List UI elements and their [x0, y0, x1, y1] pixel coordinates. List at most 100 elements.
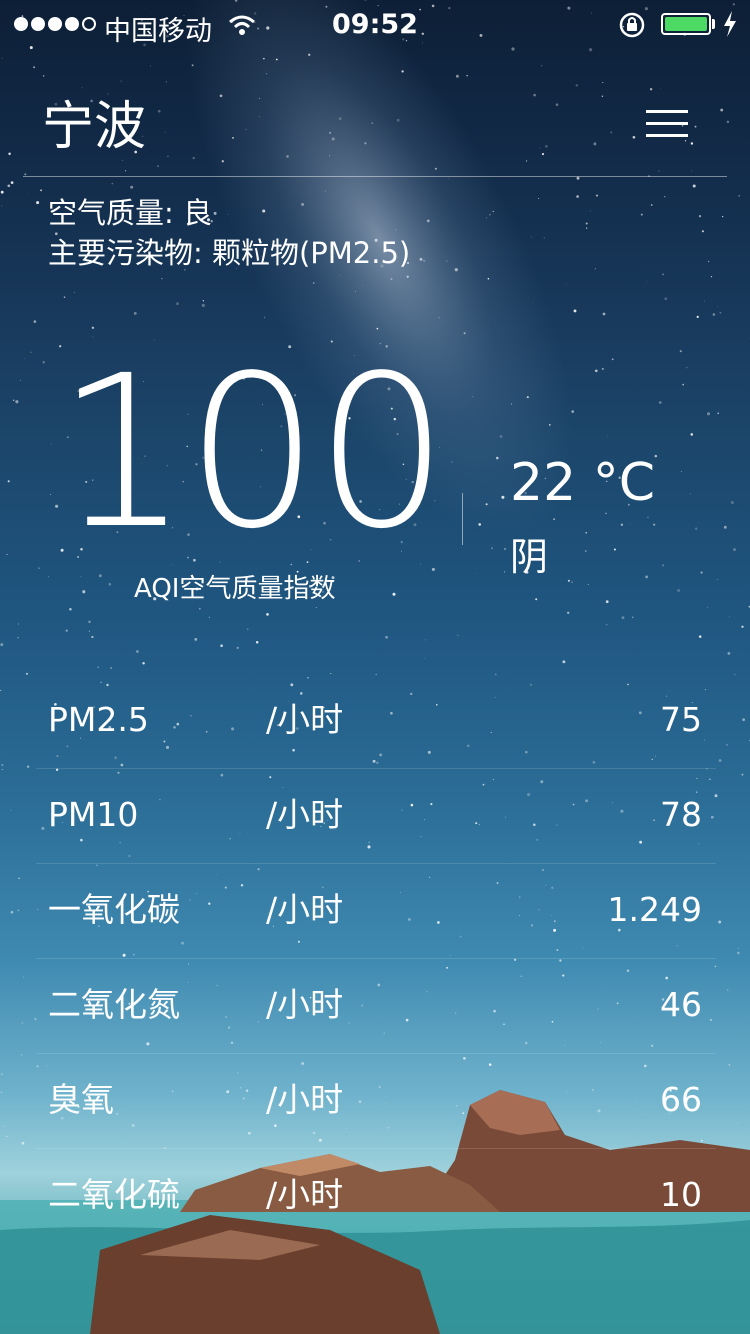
- star: [530, 236, 532, 238]
- star: [567, 579, 570, 582]
- star: [1, 205, 3, 207]
- star: [593, 142, 597, 146]
- star: [567, 611, 570, 614]
- star: [259, 97, 261, 99]
- star: [701, 230, 704, 233]
- star: [553, 518, 555, 520]
- star: [737, 951, 740, 955]
- star: [27, 193, 29, 195]
- star: [535, 598, 538, 601]
- star: [692, 184, 696, 188]
- star: [601, 367, 604, 370]
- star: [191, 64, 194, 67]
- star: [20, 1054, 23, 1056]
- star: [611, 358, 614, 361]
- star: [38, 567, 40, 569]
- star: [653, 523, 656, 526]
- pollutant-unit: /小时: [266, 1175, 344, 1214]
- star: [658, 401, 662, 404]
- pollutant-value: 46: [660, 985, 702, 1024]
- star: [49, 493, 51, 495]
- star: [221, 160, 224, 163]
- star: [571, 410, 575, 413]
- star: [601, 95, 604, 98]
- star: [40, 189, 43, 192]
- star: [729, 616, 731, 618]
- star: [660, 88, 662, 90]
- star: [136, 650, 139, 653]
- star: [723, 525, 727, 529]
- star: [275, 58, 278, 61]
- star: [526, 160, 528, 162]
- air-quality-summary: 空气质量: 良 主要污染物: 颗粒物(PM2.5): [48, 193, 410, 273]
- star: [485, 503, 488, 506]
- star: [286, 155, 289, 158]
- star: [0, 689, 2, 691]
- star: [620, 523, 624, 526]
- star: [324, 190, 327, 192]
- star: [463, 332, 466, 335]
- star: [36, 201, 40, 205]
- star: [543, 237, 546, 239]
- star: [0, 643, 4, 647]
- star: [33, 320, 37, 323]
- star: [7, 184, 11, 188]
- star: [385, 636, 388, 639]
- star: [338, 117, 342, 120]
- star: [371, 122, 374, 125]
- star: [457, 634, 459, 636]
- star: [748, 338, 750, 339]
- pollutant-row: 二氧化硫 /小时 10: [36, 1149, 716, 1243]
- temperature: 22 °C: [510, 453, 656, 513]
- star: [97, 666, 99, 668]
- star: [730, 500, 734, 505]
- star: [392, 592, 396, 596]
- star: [533, 93, 536, 97]
- star: [69, 607, 72, 611]
- star: [17, 623, 19, 625]
- star: [258, 116, 260, 118]
- menu-icon-line: [646, 110, 688, 113]
- star: [133, 312, 137, 315]
- star: [576, 176, 580, 180]
- star: [526, 396, 529, 399]
- header-divider: [23, 176, 727, 177]
- star: [573, 309, 577, 313]
- star: [339, 275, 341, 277]
- star: [10, 809, 12, 811]
- star: [733, 548, 736, 552]
- star: [247, 628, 249, 630]
- star: [313, 282, 315, 284]
- star: [690, 170, 692, 172]
- star: [167, 155, 169, 158]
- star: [585, 550, 587, 552]
- star: [565, 283, 567, 285]
- star: [664, 196, 666, 198]
- star: [594, 268, 596, 270]
- star: [706, 606, 708, 608]
- star: [5, 752, 7, 753]
- star: [595, 194, 599, 197]
- star: [503, 571, 506, 573]
- star: [621, 616, 625, 620]
- star: [472, 396, 474, 398]
- star: [680, 471, 682, 472]
- star: [738, 948, 739, 949]
- pollutant-unit: /小时: [266, 795, 344, 834]
- star: [1, 768, 3, 771]
- star: [198, 607, 201, 610]
- menu-button[interactable]: [640, 104, 696, 144]
- pollutant-value: 75: [660, 700, 702, 739]
- star: [48, 576, 49, 578]
- star: [23, 358, 25, 360]
- star: [710, 275, 713, 278]
- star: [157, 109, 161, 113]
- star: [161, 277, 163, 280]
- star: [390, 278, 393, 281]
- status-bar: 中国移动 09:52: [0, 0, 750, 50]
- star: [682, 383, 684, 386]
- star: [33, 66, 36, 69]
- star: [727, 989, 729, 991]
- star: [164, 131, 166, 133]
- star: [401, 70, 404, 73]
